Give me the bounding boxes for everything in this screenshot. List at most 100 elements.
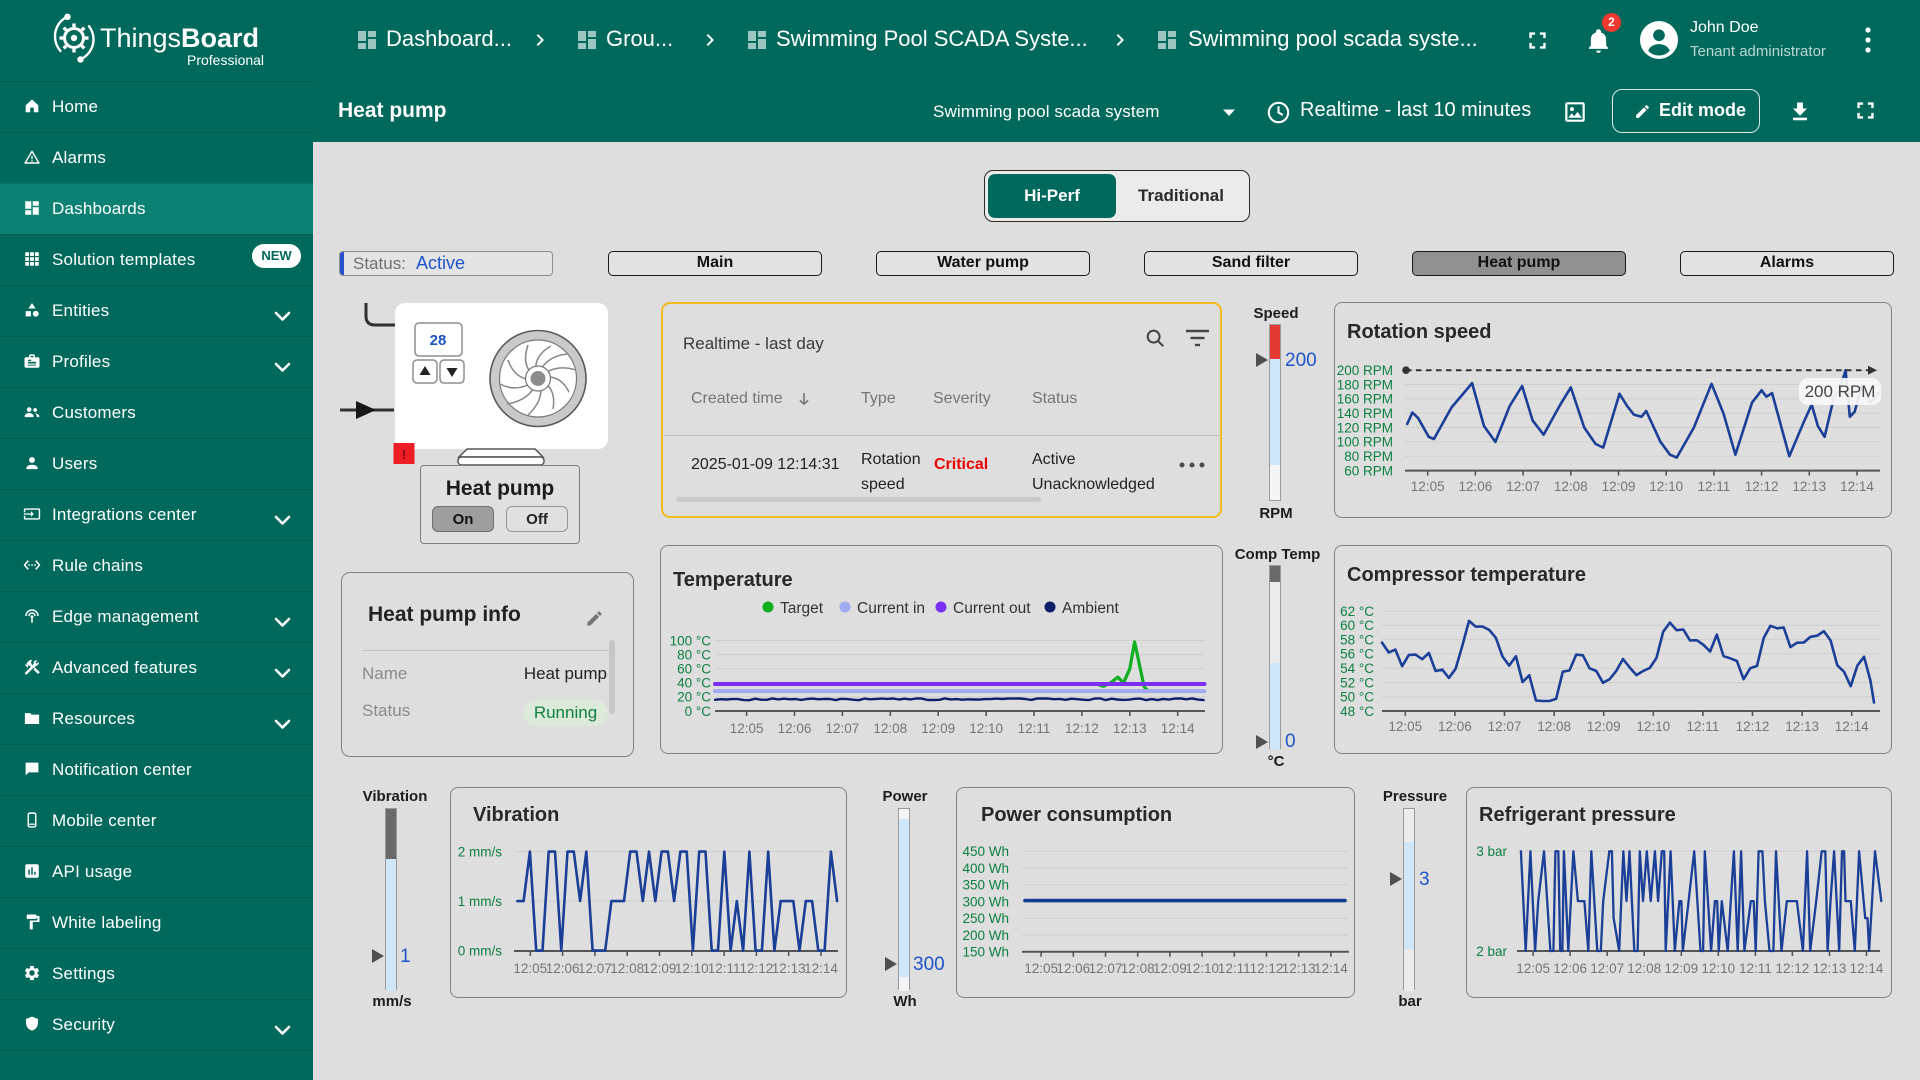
svg-text:140 RPM: 140 RPM <box>1337 406 1393 421</box>
svg-text:12:07: 12:07 <box>578 961 612 976</box>
svg-text:48 °C: 48 °C <box>1340 704 1374 719</box>
svg-text:62 °C: 62 °C <box>1340 604 1374 619</box>
svg-text:12:12: 12:12 <box>1250 961 1284 976</box>
svg-text:1 mm/s: 1 mm/s <box>458 894 503 909</box>
svg-text:12:08: 12:08 <box>1121 961 1155 976</box>
svg-text:56 °C: 56 °C <box>1340 647 1374 662</box>
svg-text:12:10: 12:10 <box>969 721 1003 736</box>
svg-text:12:09: 12:09 <box>1602 479 1636 494</box>
svg-text:12:10: 12:10 <box>675 961 709 976</box>
svg-text:12:05: 12:05 <box>1516 961 1550 976</box>
svg-text:3 bar: 3 bar <box>1476 844 1507 859</box>
svg-text:12:12: 12:12 <box>1776 961 1810 976</box>
svg-text:2 mm/s: 2 mm/s <box>458 844 503 859</box>
svg-text:12:13: 12:13 <box>1792 479 1826 494</box>
svg-text:54 °C: 54 °C <box>1340 661 1374 676</box>
svg-text:12:13: 12:13 <box>1813 961 1847 976</box>
svg-text:Current in: Current in <box>857 600 925 617</box>
svg-text:12:05: 12:05 <box>513 961 547 976</box>
svg-text:!: ! <box>402 447 406 462</box>
svg-text:Current out: Current out <box>953 600 1031 617</box>
svg-text:12:14: 12:14 <box>1835 719 1869 734</box>
svg-text:12:08: 12:08 <box>610 961 644 976</box>
svg-text:50 °C: 50 °C <box>1340 690 1374 705</box>
svg-text:Compressor temperature: Compressor temperature <box>1347 564 1586 586</box>
svg-text:12:11: 12:11 <box>1739 961 1772 976</box>
svg-text:0 mm/s: 0 mm/s <box>458 943 503 958</box>
svg-text:200 RPM: 200 RPM <box>1805 382 1876 401</box>
svg-text:12:13: 12:13 <box>772 961 806 976</box>
svg-text:150 Wh: 150 Wh <box>962 945 1009 960</box>
svg-text:350 Wh: 350 Wh <box>962 878 1009 893</box>
svg-text:300 Wh: 300 Wh <box>962 894 1009 909</box>
svg-text:160 RPM: 160 RPM <box>1337 392 1393 407</box>
svg-text:40 °C: 40 °C <box>677 676 711 691</box>
svg-text:12:11: 12:11 <box>1018 721 1051 736</box>
svg-text:12:14: 12:14 <box>804 961 838 976</box>
svg-text:12:07: 12:07 <box>1089 961 1123 976</box>
svg-text:80 °C: 80 °C <box>677 647 711 662</box>
svg-text:12:13: 12:13 <box>1282 961 1316 976</box>
svg-text:12:06: 12:06 <box>1459 479 1493 494</box>
svg-text:12:08: 12:08 <box>1627 961 1661 976</box>
svg-text:12:14: 12:14 <box>1314 961 1348 976</box>
svg-text:250 Wh: 250 Wh <box>962 911 1009 926</box>
svg-text:12:14: 12:14 <box>1840 479 1874 494</box>
svg-text:12:08: 12:08 <box>1554 479 1588 494</box>
svg-text:28: 28 <box>430 332 447 349</box>
svg-text:60 °C: 60 °C <box>1340 618 1374 633</box>
svg-text:12:06: 12:06 <box>1438 719 1472 734</box>
svg-text:12:08: 12:08 <box>873 721 907 736</box>
svg-text:80 RPM: 80 RPM <box>1344 449 1393 464</box>
svg-text:Refrigerant pressure: Refrigerant pressure <box>1479 804 1676 826</box>
svg-text:100 °C: 100 °C <box>670 633 712 648</box>
svg-text:12:06: 12:06 <box>1056 961 1090 976</box>
svg-text:12:12: 12:12 <box>1065 721 1099 736</box>
svg-text:12:07: 12:07 <box>1590 961 1624 976</box>
svg-text:12:12: 12:12 <box>1745 479 1779 494</box>
svg-text:120 RPM: 120 RPM <box>1337 420 1393 435</box>
svg-text:Temperature: Temperature <box>673 569 793 591</box>
svg-text:12:11: 12:11 <box>1698 479 1731 494</box>
svg-text:12:13: 12:13 <box>1113 721 1147 736</box>
svg-text:Vibration: Vibration <box>473 804 559 826</box>
svg-text:60 RPM: 60 RPM <box>1344 463 1393 478</box>
svg-text:100 RPM: 100 RPM <box>1337 435 1393 450</box>
svg-text:12:05: 12:05 <box>730 721 764 736</box>
svg-text:2 bar: 2 bar <box>1476 944 1507 959</box>
svg-text:12:14: 12:14 <box>1850 961 1884 976</box>
svg-text:12:05: 12:05 <box>1388 719 1422 734</box>
svg-text:Ambient: Ambient <box>1062 600 1120 617</box>
svg-text:12:06: 12:06 <box>778 721 812 736</box>
svg-text:12:06: 12:06 <box>546 961 580 976</box>
svg-text:200 RPM: 200 RPM <box>1337 363 1393 378</box>
svg-text:60 °C: 60 °C <box>677 662 711 677</box>
svg-text:52 °C: 52 °C <box>1340 675 1374 690</box>
svg-text:12:06: 12:06 <box>1553 961 1587 976</box>
svg-text:12:07: 12:07 <box>826 721 860 736</box>
svg-text:12:08: 12:08 <box>1537 719 1571 734</box>
svg-text:12:05: 12:05 <box>1411 479 1445 494</box>
svg-text:12:09: 12:09 <box>921 721 955 736</box>
svg-text:12:10: 12:10 <box>1701 961 1735 976</box>
svg-text:12:11: 12:11 <box>1687 719 1720 734</box>
svg-text:12:05: 12:05 <box>1024 961 1058 976</box>
svg-text:12:07: 12:07 <box>1506 479 1540 494</box>
svg-text:Power consumption: Power consumption <box>981 804 1172 826</box>
svg-text:12:10: 12:10 <box>1649 479 1683 494</box>
svg-text:0 °C: 0 °C <box>685 704 712 719</box>
svg-text:12:09: 12:09 <box>1587 719 1621 734</box>
svg-text:58 °C: 58 °C <box>1340 632 1374 647</box>
svg-text:12:13: 12:13 <box>1785 719 1819 734</box>
svg-text:Target: Target <box>780 600 824 617</box>
svg-text:180 RPM: 180 RPM <box>1337 377 1393 392</box>
svg-text:12:09: 12:09 <box>1664 961 1698 976</box>
svg-text:12:12: 12:12 <box>740 961 774 976</box>
svg-text:20 °C: 20 °C <box>677 690 711 705</box>
svg-text:450 Wh: 450 Wh <box>962 844 1009 859</box>
svg-text:400 Wh: 400 Wh <box>962 861 1009 876</box>
svg-text:Rotation speed: Rotation speed <box>1347 321 1491 343</box>
svg-text:12:11: 12:11 <box>708 961 741 976</box>
svg-text:12:11: 12:11 <box>1218 961 1251 976</box>
svg-text:200 Wh: 200 Wh <box>962 928 1009 943</box>
